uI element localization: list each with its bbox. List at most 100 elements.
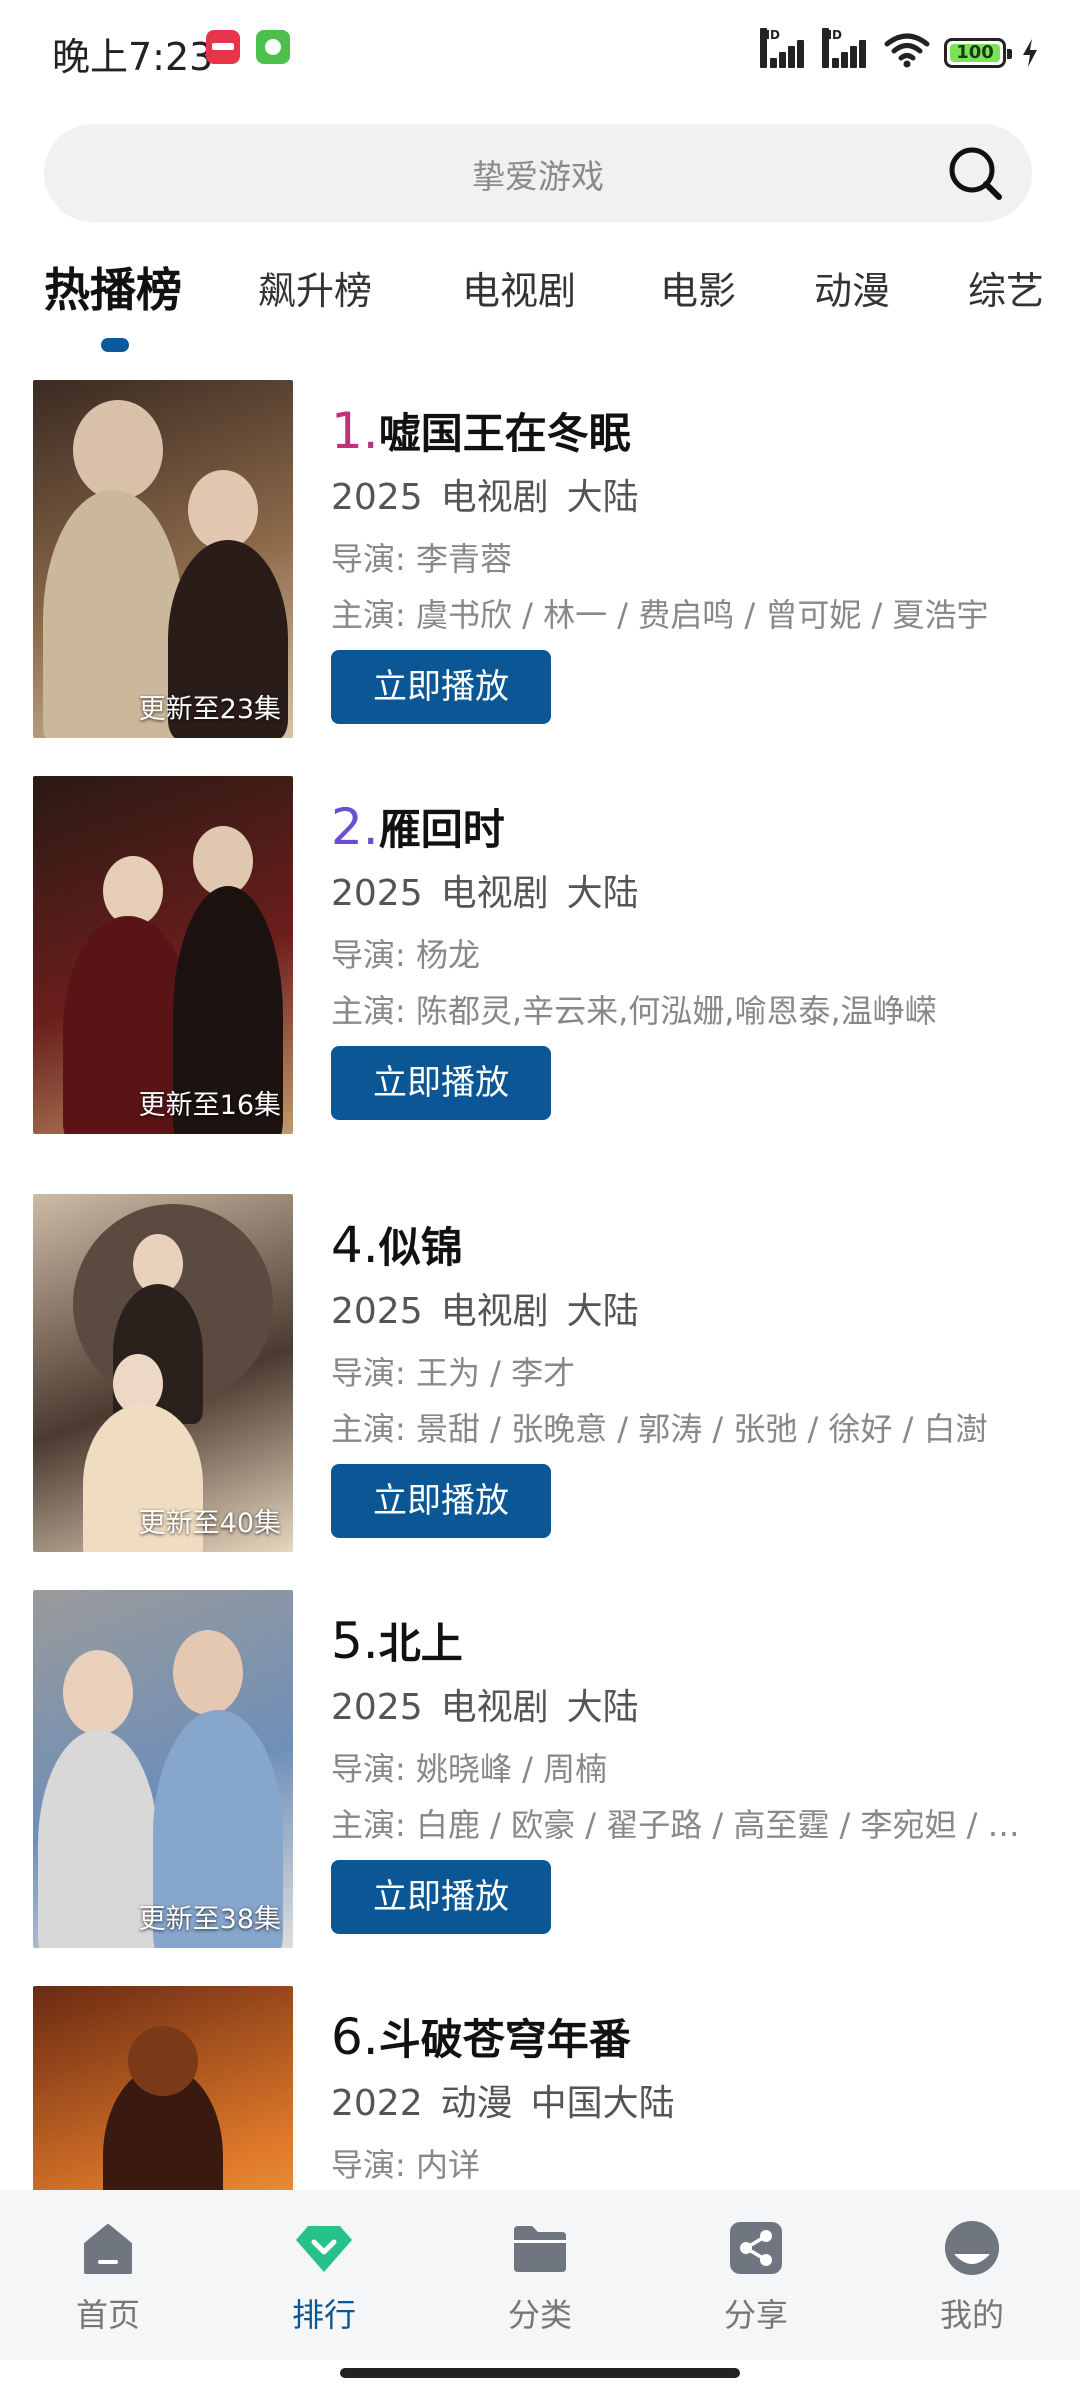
nav-share[interactable]: 分享 bbox=[686, 2218, 826, 2336]
title-row[interactable]: 1.嘘国王在冬眠 bbox=[331, 400, 631, 461]
show-type: 电视剧 bbox=[440, 477, 549, 518]
show-region: 中国大陆 bbox=[530, 2083, 675, 2124]
title-row[interactable]: 2.雁回时 bbox=[331, 796, 505, 857]
show-cast: 主演: 白鹿 / 欧豪 / 翟子路 / 高至霆 / 李宛妲 / 王雨 bbox=[331, 1806, 1031, 1844]
show-cast: 主演: 陈都灵,辛云来,何泓姗,喻恩泰,温峥嵘 bbox=[331, 992, 937, 1030]
title-row[interactable]: 5.北上 bbox=[331, 1610, 463, 1671]
rank-number: 1. bbox=[331, 402, 379, 460]
rank-number: 5. bbox=[331, 1612, 379, 1670]
status-time: 晚上7:23 bbox=[52, 35, 214, 79]
show-year: 2025 bbox=[331, 1687, 423, 1728]
ranking-icon bbox=[296, 2226, 352, 2272]
list-item[interactable]: 6.斗破苍穹年番 2022 动漫 中国大陆 导演: 内详 bbox=[0, 1986, 1080, 2190]
tab-movies[interactable]: 电影 bbox=[660, 260, 736, 315]
show-year: 2022 bbox=[331, 2083, 423, 2124]
play-button[interactable]: 立即播放 bbox=[331, 1046, 551, 1120]
title-row[interactable]: 6.斗破苍穹年番 bbox=[331, 2006, 631, 2067]
ranking-list: 更新至23集 1.嘘国王在冬眠 2025 电视剧 大陆 导演: 李青蓉 主演: 虞书… bbox=[0, 380, 1080, 2190]
bottom-nav: 首页 排行 分类 分享 我的 bbox=[0, 2190, 1080, 2360]
show-director: 导演: 王为 / 李才 bbox=[331, 1354, 576, 1392]
title-row[interactable]: 4.似锦 bbox=[331, 1214, 463, 1275]
search-bar[interactable]: 挚爱游戏 bbox=[44, 124, 1032, 222]
show-region: 大陆 bbox=[566, 1687, 639, 1728]
show-title: 北上 bbox=[378, 1619, 463, 1668]
cellular-signal-icon: HD bbox=[760, 28, 808, 68]
nav-home[interactable]: 首页 bbox=[38, 2218, 178, 2336]
nav-label: 排行 bbox=[291, 2296, 356, 2334]
show-director: 导演: 内详 bbox=[331, 2146, 480, 2184]
update-badge: 更新至38集 bbox=[138, 1904, 281, 1935]
play-button[interactable]: 立即播放 bbox=[331, 650, 551, 724]
tab-hot[interactable]: 热播榜 bbox=[44, 254, 182, 320]
show-title: 雁回时 bbox=[378, 805, 505, 854]
notification-app-icon bbox=[206, 30, 240, 64]
show-region: 大陆 bbox=[566, 873, 639, 914]
tab-variety[interactable]: 综艺 bbox=[968, 260, 1044, 315]
home-indicator[interactable] bbox=[340, 2368, 740, 2378]
notification-app-icon-2 bbox=[256, 30, 290, 64]
show-meta: 2022 动漫 中国大陆 bbox=[331, 2074, 693, 2126]
search-icon[interactable] bbox=[946, 144, 1004, 202]
update-badge: 更新至16集 bbox=[138, 1090, 281, 1121]
poster-image[interactable]: 更新至38集 bbox=[33, 1590, 293, 1948]
status-bar: 晚上7:23 HD HD 100 bbox=[0, 0, 1080, 100]
nav-ranking[interactable]: 排行 bbox=[254, 2218, 394, 2336]
show-year: 2025 bbox=[331, 873, 423, 914]
show-year: 2025 bbox=[331, 1291, 423, 1332]
tab-rising[interactable]: 飙升榜 bbox=[258, 260, 372, 315]
update-badge: 更新至40集 bbox=[138, 1508, 281, 1539]
update-badge: 更新至23集 bbox=[138, 694, 281, 725]
play-button[interactable]: 立即播放 bbox=[331, 1860, 551, 1934]
play-button[interactable]: 立即播放 bbox=[331, 1464, 551, 1538]
show-director: 导演: 姚晓峰 / 周楠 bbox=[331, 1750, 608, 1788]
list-item[interactable]: 更新至38集 5.北上 2025 电视剧 大陆 导演: 姚晓峰 / 周楠 主演: 白… bbox=[0, 1590, 1080, 1950]
show-meta: 2025 电视剧 大陆 bbox=[331, 468, 657, 520]
battery-icon: 100 bbox=[944, 38, 1012, 68]
rank-number: 4. bbox=[331, 1216, 379, 1274]
nav-category[interactable]: 分类 bbox=[470, 2218, 610, 2336]
charging-icon bbox=[1023, 39, 1037, 67]
tab-anime[interactable]: 动漫 bbox=[814, 260, 890, 315]
battery-level: 100 bbox=[956, 42, 994, 63]
show-type: 电视剧 bbox=[440, 1291, 549, 1332]
system-icons: HD HD 100 bbox=[760, 28, 1040, 68]
show-year: 2025 bbox=[331, 477, 423, 518]
show-type: 动漫 bbox=[440, 2083, 513, 2124]
nav-label: 分享 bbox=[723, 2296, 788, 2334]
show-type: 电视剧 bbox=[440, 1687, 549, 1728]
profile-icon bbox=[945, 2221, 999, 2275]
show-director: 导演: 李青蓉 bbox=[331, 540, 512, 578]
list-item[interactable]: 更新至40集 4.似锦 2025 电视剧 大陆 导演: 王为 / 李才 主演: 景甜… bbox=[0, 1194, 1080, 1554]
show-region: 大陆 bbox=[566, 477, 639, 518]
ranking-tabs: 热播榜 飙升榜 电视剧 电影 动漫 综艺 bbox=[0, 248, 1080, 358]
show-title: 似锦 bbox=[378, 1223, 463, 1272]
nav-profile[interactable]: 我的 bbox=[902, 2218, 1042, 2336]
tab-indicator bbox=[101, 338, 129, 352]
show-region: 大陆 bbox=[566, 1291, 639, 1332]
show-meta: 2025 电视剧 大陆 bbox=[331, 864, 657, 916]
list-item[interactable]: 更新至16集 2.雁回时 2025 电视剧 大陆 导演: 杨龙 主演: 陈都灵,辛云… bbox=[0, 776, 1080, 1136]
nav-label: 我的 bbox=[939, 2296, 1004, 2334]
show-cast: 主演: 虞书欣 / 林一 / 费启鸣 / 曾可妮 / 夏浩宇 bbox=[331, 596, 989, 634]
wifi-icon bbox=[884, 33, 930, 68]
rank-number: 6. bbox=[331, 2008, 379, 2066]
tab-tv-series[interactable]: 电视剧 bbox=[462, 260, 576, 315]
cellular-signal-icon-2: HD bbox=[822, 28, 870, 68]
show-meta: 2025 电视剧 大陆 bbox=[331, 1282, 657, 1334]
poster-image[interactable]: 更新至16集 bbox=[33, 776, 293, 1134]
list-item[interactable]: 更新至23集 1.嘘国王在冬眠 2025 电视剧 大陆 导演: 李青蓉 主演: 虞书… bbox=[0, 380, 1080, 740]
poster-image[interactable]: 更新至40集 bbox=[33, 1194, 293, 1552]
folder-icon bbox=[514, 2226, 566, 2272]
show-cast: 主演: 景甜 / 张晚意 / 郭涛 / 张弛 / 徐好 / 白澍 bbox=[331, 1410, 988, 1448]
show-director: 导演: 杨龙 bbox=[331, 936, 480, 974]
home-icon bbox=[84, 2224, 132, 2274]
poster-image[interactable] bbox=[33, 1986, 293, 2190]
show-meta: 2025 电视剧 大陆 bbox=[331, 1678, 657, 1730]
rank-number: 2. bbox=[331, 798, 379, 856]
show-title: 嘘国王在冬眠 bbox=[378, 409, 631, 458]
search-input[interactable]: 挚爱游戏 bbox=[44, 150, 1032, 198]
share-icon bbox=[730, 2222, 782, 2274]
nav-label: 首页 bbox=[75, 2296, 140, 2334]
poster-image[interactable]: 更新至23集 bbox=[33, 380, 293, 738]
nav-label: 分类 bbox=[507, 2296, 572, 2334]
